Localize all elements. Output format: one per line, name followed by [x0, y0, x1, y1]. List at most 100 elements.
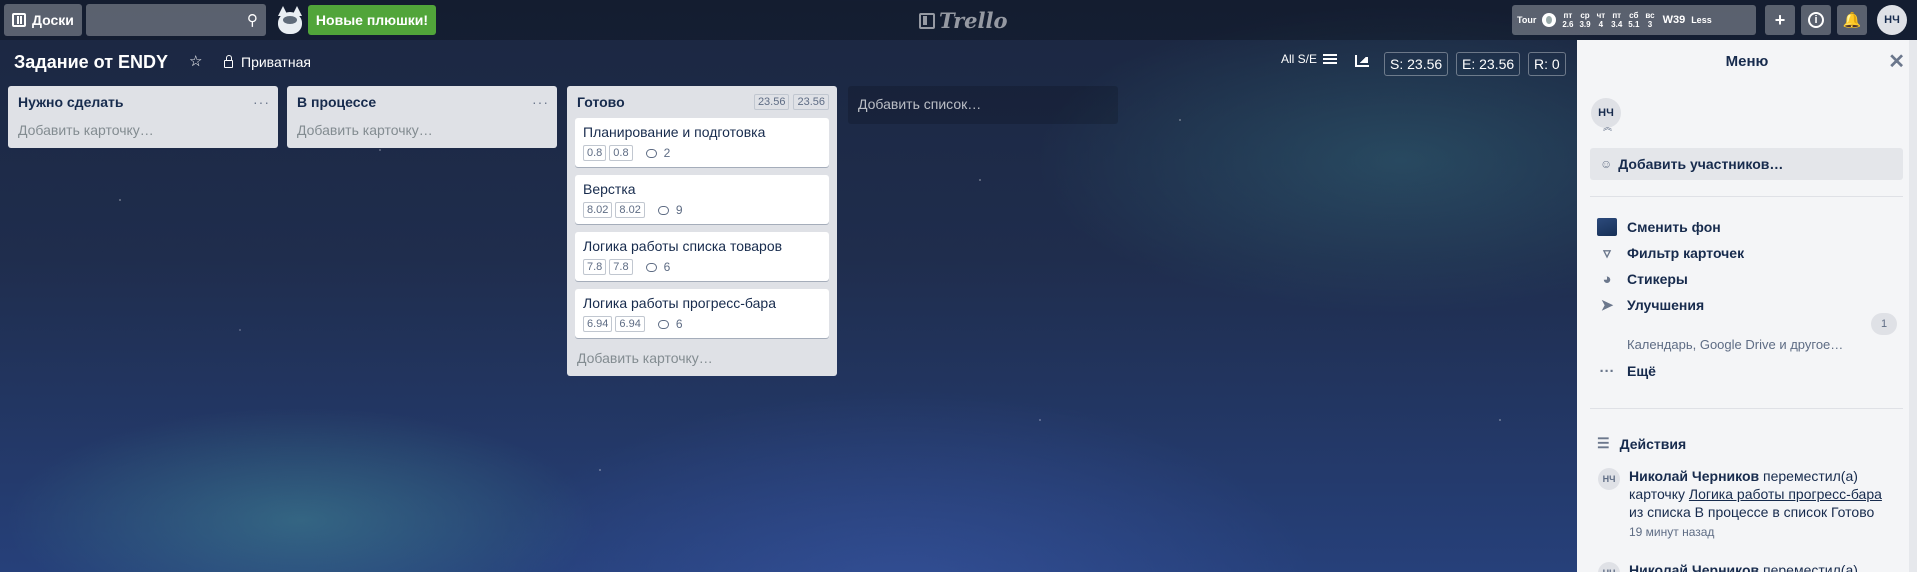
trello-logo[interactable]: Trello: [919, 8, 1008, 33]
tour-label[interactable]: Tour: [1517, 15, 1536, 25]
week-number: W39: [1662, 14, 1686, 26]
trello-logo-text: Trello: [939, 8, 1008, 33]
table-icon: [1323, 54, 1338, 64]
menu-item-change-background[interactable]: Сменить фон: [1597, 218, 1721, 236]
spent-total: S: 23.56: [1384, 52, 1449, 76]
list-title[interactable]: В процессе: [295, 94, 532, 110]
add-members-button[interactable]: ☺ Добавить участников…: [1590, 148, 1903, 180]
list-spent-sum: 23.56: [753, 94, 790, 110]
estimate-badge: 8.02: [615, 202, 645, 218]
activity-time[interactable]: 19 минут назад: [1629, 525, 1714, 539]
add-list-button[interactable]: Добавить список…: [848, 86, 1118, 124]
menu-item-more[interactable]: ··· Ещё: [1597, 362, 1656, 380]
activity-card-link[interactable]: Логика работы прогресс-бара: [1689, 486, 1882, 502]
filter-icon: ▿: [1603, 245, 1611, 262]
admin-chevron-icon: ︽: [1603, 122, 1613, 132]
activity-user[interactable]: Николай Черников: [1629, 562, 1759, 572]
husky-mascot-icon[interactable]: [274, 4, 306, 36]
menu-item-label: Стикеры: [1627, 271, 1688, 287]
boards-button[interactable]: Доски: [4, 4, 82, 36]
comment-count: 9: [675, 203, 683, 217]
card-badges: 6.94 6.94 6: [583, 316, 821, 332]
comment-count: 6: [675, 317, 683, 331]
spent-badge: 7.8: [583, 259, 607, 275]
add-card-button[interactable]: Добавить карточку…: [295, 118, 549, 148]
power-ups-count-badge: 1: [1871, 313, 1897, 335]
star-icon[interactable]: ☆: [189, 52, 202, 70]
card-title: Планирование и подготовка: [583, 124, 766, 140]
person-add-icon: ☺: [1600, 157, 1613, 171]
boards-icon: [12, 13, 26, 27]
weather-widget[interactable]: Tour пт 2.6 ср 3.9 чт 4 пт 3.4 сб 5.1 вс 3 W39…: [1512, 5, 1756, 35]
all-se-toggle[interactable]: All S/E: [1281, 52, 1338, 66]
menu-item-stickers[interactable]: ◕ Стикеры: [1597, 270, 1688, 288]
activity-rest: из списка В процессе в список Готово: [1629, 504, 1875, 520]
menu-header: Меню ✕: [1577, 40, 1917, 84]
forecast-day: ср 3.9: [1579, 11, 1591, 29]
activity-action: переместил(а): [1763, 562, 1858, 572]
activity-avatar[interactable]: НЧ: [1598, 468, 1620, 490]
rocket-icon: ➤: [1600, 297, 1614, 314]
plus-icon: +: [1774, 9, 1786, 30]
card-badges: 7.8 7.8 6: [583, 259, 821, 275]
notifications-button[interactable]: 🔔: [1837, 5, 1867, 35]
list-title[interactable]: Нужно сделать: [16, 94, 253, 110]
add-card-button[interactable]: Добавить карточку…: [16, 118, 270, 148]
list-todo: Нужно сделать ··· Добавить карточку…: [8, 86, 278, 148]
spent-badge: 0.8: [583, 145, 607, 161]
activity-entry: Николай Черников переместил(а) карточку …: [1629, 467, 1899, 521]
divider: [1590, 408, 1903, 409]
list-menu-icon[interactable]: ···: [253, 94, 270, 110]
power-ups-description: Календарь, Google Drive и другое…: [1627, 337, 1844, 352]
privacy-button[interactable]: Приватная: [224, 54, 311, 70]
card[interactable]: Верстка 8.02 8.02 9: [575, 175, 829, 224]
estimate-badge: 7.8: [609, 259, 633, 275]
add-members-label: Добавить участников…: [1618, 156, 1784, 172]
forecast-day: чт 4: [1596, 11, 1606, 29]
info-button[interactable]: i: [1801, 5, 1831, 35]
list-title[interactable]: Готово: [575, 94, 750, 110]
user-avatar[interactable]: НЧ: [1877, 5, 1907, 35]
divider: [1590, 196, 1903, 197]
card-title: Верстка: [583, 181, 636, 197]
list-header: Готово 23.56 23.56: [575, 86, 829, 118]
menu-item-filter-cards[interactable]: ▿ Фильтр карточек: [1597, 244, 1744, 262]
card[interactable]: Логика работы списка товаров 7.8 7.8 6: [575, 232, 829, 281]
trello-logo-icon: [919, 12, 935, 29]
menu-item-power-ups[interactable]: ➤ Улучшения: [1597, 296, 1704, 314]
activity-avatar[interactable]: НЧ: [1598, 562, 1620, 572]
list-icon: ☰: [1597, 435, 1610, 451]
menu-item-label: Ещё: [1627, 363, 1656, 379]
add-button[interactable]: +: [1765, 5, 1795, 35]
list-estimate-sum: 23.56: [793, 94, 829, 110]
spent-badge: 6.94: [583, 316, 613, 332]
new-features-button[interactable]: Новые плюшки!: [307, 5, 437, 35]
list-header: Нужно сделать ···: [16, 86, 270, 118]
info-icon: i: [1808, 12, 1824, 28]
card-title: Логика работы прогресс-бара: [583, 295, 776, 311]
menu-scrollbar[interactable]: [1909, 40, 1917, 572]
forecast-day: вс 3: [1645, 11, 1655, 29]
chart-icon[interactable]: [1355, 55, 1369, 67]
activity-user[interactable]: Николай Черников: [1629, 468, 1759, 484]
comment-count: 6: [663, 260, 671, 274]
activity-title: Действия: [1619, 435, 1687, 452]
card[interactable]: Планирование и подготовка 0.8 0.8 2: [575, 118, 829, 167]
sticker-icon: ◕: [1602, 270, 1612, 288]
remaining-total: R: 0: [1528, 52, 1566, 76]
search-input[interactable]: ⚲: [85, 4, 266, 36]
less-toggle[interactable]: Less: [1691, 15, 1712, 25]
list-done: Готово 23.56 23.56 Планирование и подгот…: [567, 86, 837, 376]
board-title[interactable]: Задание от ENDY: [14, 52, 168, 73]
estimate-badge: 0.8: [609, 145, 633, 161]
forecast-day: пт 2.6: [1562, 11, 1574, 29]
menu-item-label: Сменить фон: [1627, 219, 1721, 235]
list-menu-icon[interactable]: ···: [532, 94, 549, 110]
comment-count: 2: [663, 146, 671, 160]
forecast-day: пт 3.4: [1611, 11, 1623, 29]
card[interactable]: Логика работы прогресс-бара 6.94 6.94 6: [575, 289, 829, 338]
add-card-button[interactable]: Добавить карточку…: [575, 346, 829, 376]
comment-icon: [657, 205, 669, 215]
close-icon[interactable]: ✕: [1888, 52, 1905, 72]
list-header: В процессе ···: [295, 86, 549, 118]
